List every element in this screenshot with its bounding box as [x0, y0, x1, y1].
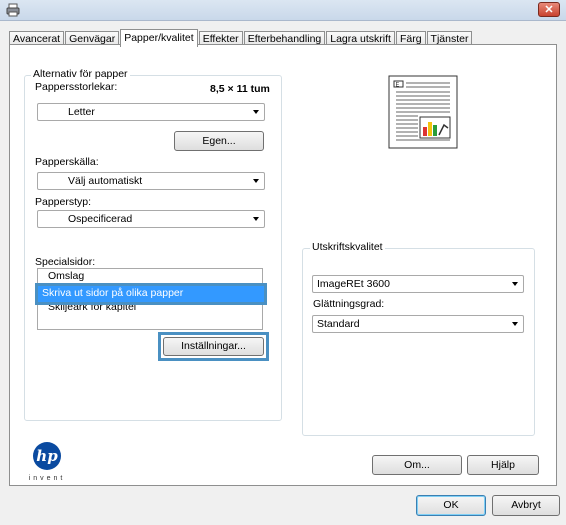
list-item-omslag[interactable]: Omslag [38, 269, 262, 284]
hp-logo-text: hp [36, 447, 58, 465]
smoothing-label: Glättningsgrad: [313, 298, 385, 310]
tab-papper-kvalitet[interactable]: Papper/kvalitet [120, 29, 198, 47]
cancel-button[interactable]: Avbryt [492, 495, 560, 516]
document-preview-icon: E [388, 75, 458, 149]
paper-size-select[interactable]: Letter [37, 103, 265, 121]
settings-button[interactable]: Inställningar... [163, 337, 264, 356]
printer-icon [6, 3, 20, 17]
print-quality-legend: Utskriftskvalitet [310, 241, 385, 253]
paper-type-label: Papperstyp: [35, 196, 92, 208]
chevron-down-icon [512, 282, 518, 286]
print-quality-select[interactable]: ImageREt 3600 [312, 275, 524, 293]
paper-source-label: Papperskälla: [35, 156, 99, 168]
close-button[interactable]: ✕ [538, 2, 560, 17]
hp-logo: hp invent [24, 441, 70, 482]
custom-size-button[interactable]: Egen... [174, 131, 264, 151]
tab-strip: Avancerat Genvägar Papper/kvalitet Effekter… [9, 28, 473, 47]
tab-panel: Alternativ för papper Pappersstorlekar: … [9, 44, 557, 486]
paper-size-value: 8,5 × 11 tum [210, 83, 270, 95]
paper-options-legend: Alternativ för papper [31, 68, 130, 80]
list-item-olika-papper-selected[interactable]: Skriva ut sidor på olika papper [38, 286, 264, 302]
help-button[interactable]: Hjälp [467, 455, 539, 475]
hp-logo-tagline: invent [28, 475, 66, 482]
paper-options-group [24, 75, 282, 421]
paper-source-select[interactable]: Välj automatiskt [37, 172, 265, 190]
hp-logo-icon: hp [33, 442, 61, 470]
svg-text:E: E [396, 82, 400, 89]
smoothing-select[interactable]: Standard [312, 315, 524, 333]
paper-size-label: Pappersstorlekar: [35, 81, 118, 93]
title-bar: ✕ [0, 0, 566, 21]
print-quality-select-value: ImageREt 3600 [317, 278, 390, 290]
paper-source-select-value: Välj automatiskt [68, 175, 143, 187]
special-pages-label: Specialsidor: [35, 256, 96, 268]
smoothing-select-value: Standard [317, 318, 360, 330]
paper-type-select[interactable]: Ospecificerad [37, 210, 265, 228]
chevron-down-icon [253, 217, 259, 221]
paper-size-select-value: Letter [68, 106, 95, 118]
chevron-down-icon [253, 179, 259, 183]
paper-type-select-value: Ospecificerad [68, 213, 133, 225]
about-button[interactable]: Om... [372, 455, 462, 475]
chevron-down-icon [512, 322, 518, 326]
ok-button[interactable]: OK [416, 495, 486, 516]
chevron-down-icon [253, 110, 259, 114]
